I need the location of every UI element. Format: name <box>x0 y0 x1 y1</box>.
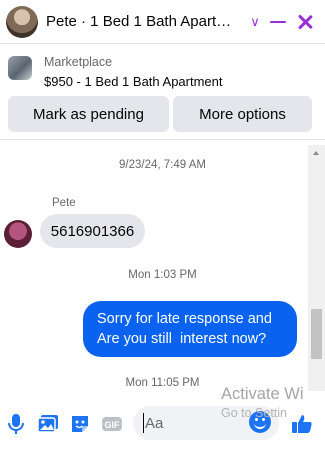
microphone-icon[interactable] <box>5 413 27 435</box>
message-composer: GIF <box>0 391 325 453</box>
scrollbar-thumb[interactable] <box>311 309 322 359</box>
photo-icon[interactable] <box>37 413 59 435</box>
close-icon[interactable] <box>293 10 317 34</box>
contact-avatar[interactable] <box>6 5 38 38</box>
chevron-down-icon[interactable]: ∨ <box>248 14 262 30</box>
listing-thumbnail[interactable] <box>8 56 32 80</box>
incoming-message-bubble[interactable]: 5616901366 <box>40 214 145 248</box>
thumbs-up-icon[interactable] <box>291 413 313 435</box>
message-timestamp: Mon 11:05 PM <box>125 377 200 389</box>
sender-name: Pete <box>52 197 76 209</box>
marketplace-label: Marketplace <box>44 55 113 69</box>
svg-text:GIF: GIF <box>105 420 121 430</box>
chat-header: Pete · 1 Bed 1 Bath Apartment ∨ <box>0 0 325 44</box>
text-caret <box>143 413 144 433</box>
message-thread[interactable]: 9/23/24, 7:49 AM Pete 5616901366 Mon 1:0… <box>0 141 325 391</box>
marketplace-panel: Marketplace $950 - 1 Bed 1 Bath Apartmen… <box>0 44 325 140</box>
outgoing-message-bubble[interactable]: Sorry for late response and Are you stil… <box>83 301 297 357</box>
more-options-button[interactable]: More options <box>173 96 312 132</box>
emoji-icon[interactable] <box>249 411 271 433</box>
message-timestamp: 9/23/24, 7:49 AM <box>119 159 206 171</box>
scrollbar[interactable] <box>308 145 325 391</box>
outgoing-message-line: Sorry for late response and <box>97 311 272 327</box>
scroll-up-arrow-icon[interactable] <box>313 151 319 155</box>
gif-icon[interactable]: GIF <box>101 413 123 435</box>
sticker-icon[interactable] <box>69 413 91 435</box>
message-timestamp: Mon 1:03 PM <box>128 269 197 281</box>
listing-title[interactable]: $950 - 1 Bed 1 Bath Apartment <box>44 74 223 89</box>
mark-as-pending-button[interactable]: Mark as pending <box>8 96 169 132</box>
message-text-field[interactable] <box>145 406 255 440</box>
chat-title[interactable]: Pete · 1 Bed 1 Bath Apartment <box>46 13 242 30</box>
outgoing-message-line: Are you still interest now? <box>97 331 267 347</box>
minimize-icon[interactable] <box>270 21 286 23</box>
sender-avatar[interactable] <box>4 220 32 248</box>
